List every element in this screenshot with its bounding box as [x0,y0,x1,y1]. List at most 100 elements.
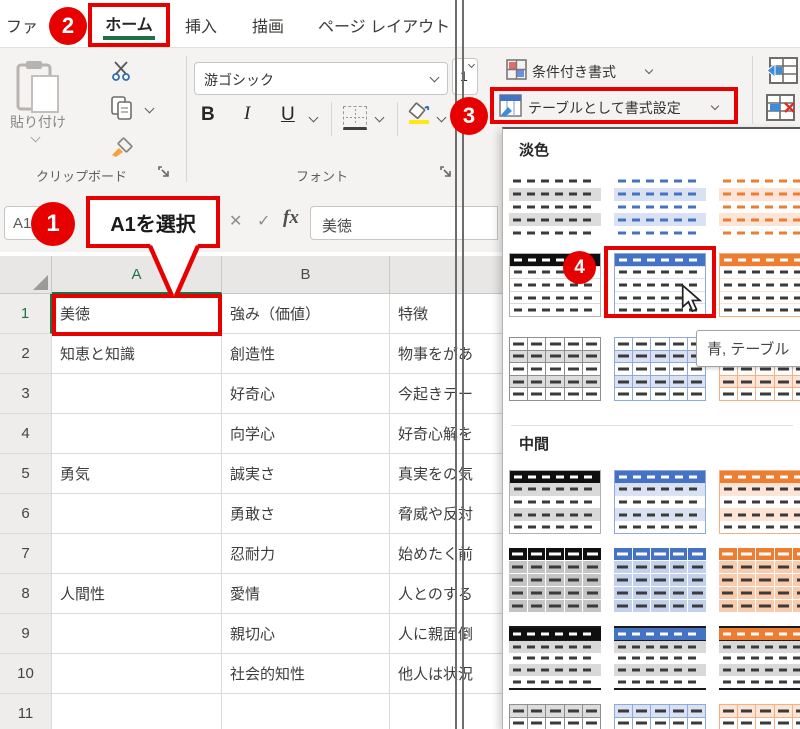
row-number-8[interactable]: 8 [0,574,52,614]
cell-a-11[interactable] [52,694,222,729]
conditional-formatting-button[interactable]: 条件付き書式 [532,62,616,82]
row-number-5[interactable]: 5 [0,454,52,494]
tab-page-layout[interactable]: ページ レイアウト [318,13,450,37]
table-style-banded-orange[interactable] [719,175,800,239]
table-style-mbanded-orange[interactable] [719,470,800,534]
cell-b-5[interactable]: 誠実さ [222,454,390,494]
home-tab-active-underline [103,36,155,40]
table-style-mgrid-blue[interactable] [614,548,706,612]
cell-b-10[interactable]: 社会的知性 [222,654,390,694]
table-style-banded-gray[interactable] [509,175,601,239]
table-style-mbanded-black[interactable] [509,470,601,534]
table-style-mgrid2-gray[interactable] [509,704,601,729]
cancel-icon[interactable]: ✕ [229,211,242,231]
cell-b-2[interactable]: 創造性 [222,334,390,374]
conditional-formatting-icon[interactable] [506,59,527,80]
table-style-mgrid2-blue[interactable] [614,704,706,729]
cell-a-4[interactable] [52,414,222,454]
fill-color-icon[interactable] [406,102,432,126]
cut-icon[interactable] [111,61,131,81]
copy-icon[interactable] [111,96,133,120]
delete-cells-icon[interactable] [766,94,798,121]
tab-home[interactable]: ホーム [105,11,153,35]
bold-button[interactable]: B [201,104,215,126]
callout-tail [140,244,210,302]
enter-icon[interactable]: ✓ [257,211,270,231]
light-section-label: 淡色 [519,139,549,160]
font-dialog-launcher-icon[interactable] [440,166,453,179]
step-1-badge: 1 [31,202,75,246]
row-number-4[interactable]: 4 [0,414,52,454]
row-number-3[interactable]: 3 [0,374,52,414]
cell-b-9[interactable]: 親切心 [222,614,390,654]
table-style-banded-blue[interactable] [614,175,706,239]
format-painter-icon[interactable] [109,132,135,158]
clipboard-dialog-launcher-icon[interactable] [158,166,171,179]
tab-insert[interactable]: 挿入 [185,13,217,37]
cell-b-8[interactable]: 愛情 [222,574,390,614]
table-style-header-orange[interactable] [719,253,800,317]
row-number-11[interactable]: 11 [0,694,52,729]
table-style-mgrid-orange[interactable] [719,548,800,612]
cell-b-1[interactable]: 強み（価値） [222,294,390,334]
callout-a1-label: A1を選択 [110,208,196,237]
table-style-grid-blue[interactable] [614,337,706,401]
underline-dropdown-chevron[interactable] [309,113,319,123]
cell-a-8[interactable]: 人間性 [52,574,222,614]
cell-a-3[interactable] [52,374,222,414]
cell-b-4[interactable]: 向学心 [222,414,390,454]
select-all-corner[interactable] [0,256,52,294]
copy-dropdown-chevron[interactable] [145,104,155,114]
row-number-7[interactable]: 7 [0,534,52,574]
font-name-combobox[interactable]: 游ゴシック [194,62,448,95]
row-number-2[interactable]: 2 [0,334,52,374]
table-style-mlines-orange[interactable] [719,626,800,690]
table-styles-dropdown: 淡色 中間 [502,127,800,729]
step-2-badge: 2 [49,7,87,45]
excel-window: ファ 挿入 描画 ページ レイアウト ホーム 貼り付け [0,0,800,729]
style-tooltip-label: 青, テーブル [707,341,789,358]
tab-home-highlight-box[interactable]: ホーム [88,3,170,47]
cell-b-7[interactable]: 忍耐力 [222,534,390,574]
row-number-1[interactable]: 1 [0,294,52,334]
table-style-grid-gray[interactable] [509,337,601,401]
tab-file[interactable]: ファ [6,13,38,37]
underline-button[interactable]: U [281,104,295,126]
fx-icon[interactable]: fx [283,207,299,229]
cell-a-10[interactable] [52,654,222,694]
cell-a-6[interactable] [52,494,222,534]
fill-color-dropdown-chevron[interactable] [437,113,447,123]
italic-button[interactable]: I [244,103,250,125]
cell-a-7[interactable] [52,534,222,574]
row-number-6[interactable]: 6 [0,494,52,534]
cell-b-11[interactable] [222,694,390,729]
cell-a-5[interactable]: 勇気 [52,454,222,494]
cell-a-9[interactable] [52,614,222,654]
group-separator [186,56,187,182]
cell-a-2[interactable]: 知恵と知識 [52,334,222,374]
formula-input[interactable]: 美徳 [310,206,498,240]
table-style-mgrid-black[interactable] [509,548,601,612]
table-style-mbanded-blue[interactable] [614,470,706,534]
borders-icon[interactable] [343,106,367,130]
borders-dropdown-chevron[interactable] [375,113,385,123]
format-as-table-icon[interactable] [499,94,522,117]
row-number-10[interactable]: 10 [0,654,52,694]
cell-b-3[interactable]: 好奇心 [222,374,390,414]
table-style-mgrid2-orange[interactable] [719,704,800,729]
table-style-mlines-black[interactable] [509,626,601,690]
format-as-table-button[interactable]: テーブルとして書式設定 [528,98,681,118]
paste-icon[interactable] [16,60,60,114]
format-as-table-chevron[interactable] [711,102,719,110]
tab-draw[interactable]: 描画 [252,13,284,37]
paste-dropdown-chevron[interactable] [31,133,41,143]
table-style-mlines-blue[interactable] [614,626,706,690]
column-header-b[interactable]: B [222,256,390,294]
conditional-formatting-chevron[interactable] [645,66,653,74]
font-group-label: フォント [296,166,348,185]
cell-b-6[interactable]: 勇敢さ [222,494,390,534]
insert-cells-icon[interactable] [766,57,798,84]
row-number-9[interactable]: 9 [0,614,52,654]
name-box-value: A1 [13,215,31,232]
paste-button-label[interactable]: 貼り付け [6,112,70,132]
